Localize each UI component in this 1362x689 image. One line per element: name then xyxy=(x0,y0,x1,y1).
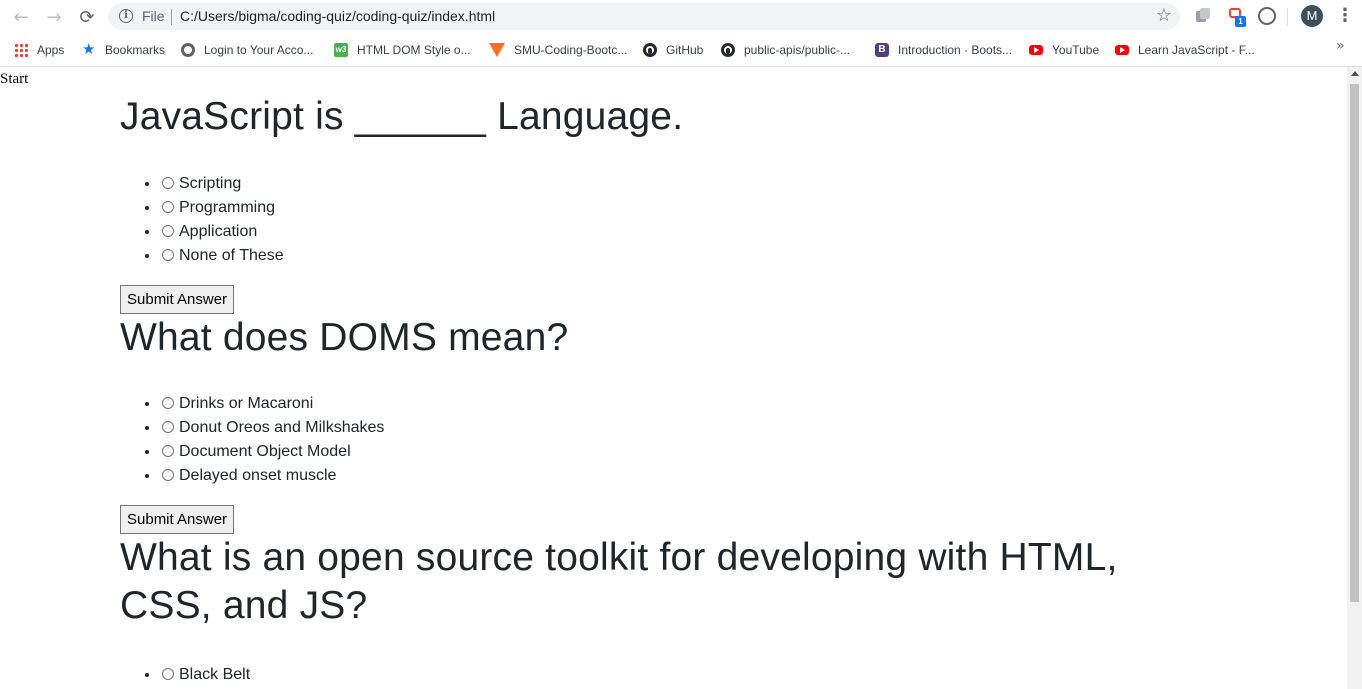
answer-option: Delayed onset muscle xyxy=(160,464,1220,488)
answer-option: Black Belt xyxy=(160,663,1220,687)
bookmark-public-apis[interactable]: public-apis/public-... xyxy=(721,40,850,60)
scroll-up-arrow-icon[interactable] xyxy=(1351,71,1359,76)
address-divider xyxy=(171,9,172,25)
gitlab-icon xyxy=(489,43,505,57)
question-title: JavaScript is ______ Language. xyxy=(120,95,684,138)
bookmark-label: Apps xyxy=(37,43,65,57)
answer-radio[interactable] xyxy=(162,397,174,409)
bookmark-github[interactable]: GitHub xyxy=(643,40,703,60)
youtube-icon xyxy=(1115,45,1129,55)
bookmarks-bar: Apps ★ Bookmarks Login to Your Acco... w… xyxy=(0,34,1362,67)
answer-list: Drinks or Macaroni Donut Oreos and Milks… xyxy=(120,392,1220,488)
bookmark-label: YouTube xyxy=(1052,43,1100,57)
answer-label: Application xyxy=(179,223,258,240)
apps-grid-icon xyxy=(14,43,28,57)
reload-icon[interactable]: ⟳ xyxy=(76,6,98,28)
answer-option: Programming xyxy=(160,196,1220,220)
submit-answer-button[interactable]: Submit Answer xyxy=(120,285,235,314)
answer-option: Drinks or Macaroni xyxy=(160,392,1220,416)
question-title: What does DOMS mean? xyxy=(120,316,569,359)
answer-radio[interactable] xyxy=(162,249,174,261)
answer-label: Programming xyxy=(179,199,276,216)
submit-answer-button[interactable]: Submit Answer xyxy=(120,505,235,534)
answer-radio[interactable] xyxy=(162,201,174,213)
bookmark-bookmarks[interactable]: ★ Bookmarks xyxy=(82,40,165,60)
bookmark-learn-javascript[interactable]: Learn JavaScript - F... xyxy=(1115,40,1255,60)
answer-label: Scripting xyxy=(179,175,242,192)
answer-option: Scripting xyxy=(160,172,1220,196)
bookmark-label: public-apis/public-... xyxy=(744,43,851,57)
answer-radio[interactable] xyxy=(162,445,174,457)
bookmark-smu-coding[interactable]: SMU-Coding-Bootc... xyxy=(489,40,627,60)
github-icon xyxy=(643,43,657,57)
bookmark-label: Learn JavaScript - F... xyxy=(1138,43,1255,57)
bookmark-label: Introduction · Boots... xyxy=(898,43,1013,57)
info-icon[interactable]: i xyxy=(119,9,133,23)
bookmark-bootstrap-intro[interactable]: B Introduction · Boots... xyxy=(875,40,1012,60)
answer-label: Black Belt xyxy=(179,666,251,683)
question-title: What is an open source toolkit for devel… xyxy=(120,536,1118,627)
bootstrap-icon: B xyxy=(875,43,889,57)
bookmark-youtube[interactable]: YouTube xyxy=(1029,40,1099,60)
bookmark-label: GitHub xyxy=(666,43,704,57)
bookmark-star-icon[interactable]: ☆ xyxy=(1156,5,1172,26)
globe-icon xyxy=(181,43,195,57)
answer-radio[interactable] xyxy=(162,469,174,481)
bookmark-apps[interactable]: Apps xyxy=(14,40,64,60)
answer-label: None of These xyxy=(179,247,284,264)
bookmarks-overflow-chevron-icon[interactable]: » xyxy=(1336,38,1345,54)
answer-option: None of These xyxy=(160,244,1220,268)
address-bar[interactable]: i File C:/Users/bigma/coding-quiz/coding… xyxy=(108,3,1180,30)
answer-radio[interactable] xyxy=(162,421,174,433)
answer-label: Document Object Model xyxy=(179,443,351,460)
bookmark-label: HTML DOM Style o... xyxy=(357,43,471,57)
vertical-scrollbar[interactable] xyxy=(1347,67,1362,689)
answer-label: Delayed onset muscle xyxy=(179,467,337,484)
answer-radio[interactable] xyxy=(162,668,174,680)
youtube-icon xyxy=(1029,45,1043,55)
answer-list: Scripting Programming Application None o… xyxy=(120,172,1220,268)
extension-copy-icon[interactable] xyxy=(1194,7,1212,25)
star-icon: ★ xyxy=(82,41,96,58)
answer-radio[interactable] xyxy=(162,225,174,237)
extension-circle-icon[interactable] xyxy=(1258,7,1276,25)
forward-arrow-icon[interactable]: → xyxy=(43,6,65,28)
kebab-menu-icon[interactable]: ⋮ xyxy=(1336,5,1354,27)
bookmark-login[interactable]: Login to Your Acco... xyxy=(181,40,313,60)
address-url[interactable]: C:/Users/bigma/coding-quiz/coding-quiz/i… xyxy=(180,8,495,24)
answer-label: Donut Oreos and Milkshakes xyxy=(179,419,385,436)
extension-badge: 1 xyxy=(1235,16,1246,27)
browser-toolbar: ← → ⟳ i File C:/Users/bigma/coding-quiz/… xyxy=(0,0,1362,34)
w3schools-icon: w3 xyxy=(334,43,348,57)
bookmark-html-dom-style[interactable]: w3 HTML DOM Style o... xyxy=(334,40,471,60)
answer-label: Drinks or Macaroni xyxy=(179,395,314,412)
profile-avatar[interactable]: M xyxy=(1301,5,1323,27)
answer-option: Donut Oreos and Milkshakes xyxy=(160,416,1220,440)
back-arrow-icon[interactable]: ← xyxy=(10,6,32,28)
answer-option: Application xyxy=(160,220,1220,244)
bookmark-label: SMU-Coding-Bootc... xyxy=(514,43,628,57)
bookmark-label: Bookmarks xyxy=(105,43,166,57)
answer-radio[interactable] xyxy=(162,177,174,189)
github-icon xyxy=(721,43,735,57)
page-viewport: Start JavaScript is ______ Language. Scr… xyxy=(0,67,1347,689)
toolbar-divider xyxy=(1287,8,1288,26)
answer-list: Black Belt xyxy=(120,663,1220,687)
answer-option: Document Object Model xyxy=(160,440,1220,464)
scrollbar-thumb[interactable] xyxy=(1350,84,1359,602)
extension-network-icon[interactable]: 1 xyxy=(1228,7,1246,27)
start-label[interactable]: Start xyxy=(0,71,28,88)
bookmark-label: Login to Your Acco... xyxy=(204,43,314,57)
quiz-container: JavaScript is ______ Language. Scripting… xyxy=(120,67,1220,687)
address-scheme-label: File xyxy=(142,8,165,24)
